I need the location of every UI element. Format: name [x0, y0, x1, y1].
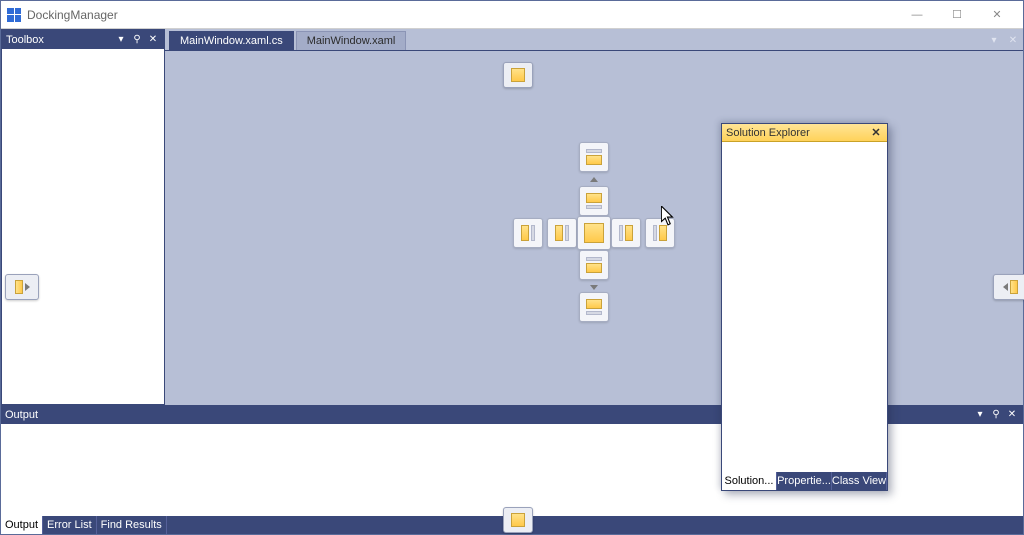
solution-tab-solution[interactable]: Solution...: [722, 472, 777, 490]
tab-label: Propertie...: [777, 475, 831, 487]
toolbox-dropdown-button[interactable]: ▾: [114, 33, 128, 47]
minimize-icon: —: [912, 9, 923, 21]
dock-target-edge-right[interactable]: [993, 274, 1024, 300]
tab-label: Error List: [47, 519, 92, 531]
toolbox-body: [2, 49, 164, 404]
dock-target-edge-bottom[interactable]: [503, 507, 533, 533]
dock-target-edge-left[interactable]: [5, 274, 39, 300]
dock-target-edge-top[interactable]: [503, 62, 533, 88]
solution-tab-classview[interactable]: Class View: [832, 472, 887, 490]
chevron-left-icon: [1003, 283, 1008, 291]
chevron-down-icon: ▾: [977, 409, 982, 420]
close-icon: ✕: [149, 34, 157, 45]
tab-label: Output: [5, 519, 38, 531]
solution-explorer-body: [722, 142, 887, 472]
solution-explorer-title: Solution Explorer: [726, 127, 869, 139]
app-icon: [7, 8, 21, 22]
output-dropdown-button[interactable]: ▾: [973, 408, 987, 422]
toolbox-pin-button[interactable]: ⚲: [130, 33, 144, 47]
dock-glyph-icon: [511, 68, 525, 82]
app-window: DockingManager — ☐ ✕ Toolbox ▾ ⚲ ✕ MainW…: [0, 0, 1024, 535]
dock-target-inner-top[interactable]: [579, 186, 609, 216]
window-title: DockingManager: [27, 8, 118, 22]
output-close-button[interactable]: ✕: [1005, 408, 1019, 422]
close-icon: ✕: [1009, 35, 1017, 46]
solution-explorer-window[interactable]: Solution Explorer ✕ Solution... Properti…: [721, 123, 888, 491]
maximize-button[interactable]: ☐: [937, 5, 977, 25]
tab-mainwindow-cs[interactable]: MainWindow.xaml.cs: [169, 31, 294, 50]
pin-icon: ⚲: [133, 34, 140, 45]
close-icon: ✕: [992, 8, 1001, 21]
dock-target-inner-bottom[interactable]: [579, 250, 609, 280]
tab-label: MainWindow.xaml: [307, 35, 396, 47]
close-icon: ✕: [871, 127, 880, 139]
output-pin-button[interactable]: ⚲: [989, 408, 1003, 422]
dock-glyph-icon: [1010, 280, 1018, 294]
dock-target-outer-bottom[interactable]: [579, 292, 609, 322]
close-button[interactable]: ✕: [977, 5, 1017, 25]
doc-dropdown-button[interactable]: ▾: [987, 34, 1001, 48]
tab-label: Class View: [832, 475, 886, 487]
output-tab-errorlist[interactable]: Error List: [43, 516, 97, 534]
dock-target-inner-left[interactable]: [547, 218, 577, 248]
solution-explorer-close-button[interactable]: ✕: [869, 126, 883, 139]
output-tab-output[interactable]: Output: [1, 516, 43, 534]
tab-label: Find Results: [101, 519, 162, 531]
toolbox-panel: Toolbox ▾ ⚲ ✕: [1, 29, 165, 405]
chevron-down-icon: ▾: [991, 35, 996, 46]
solution-explorer-header[interactable]: Solution Explorer ✕: [722, 124, 887, 142]
chevron-right-icon: [25, 283, 30, 291]
minimize-button[interactable]: —: [897, 5, 937, 25]
dock-target-outer-right[interactable]: [645, 218, 675, 248]
pin-icon: ⚲: [992, 409, 999, 420]
titlebar[interactable]: DockingManager — ☐ ✕: [1, 1, 1023, 29]
doc-close-button[interactable]: ✕: [1006, 34, 1020, 48]
toolbox-title: Toolbox: [6, 34, 112, 46]
dock-target-center[interactable]: [577, 216, 611, 250]
toolbox-close-button[interactable]: ✕: [146, 33, 160, 47]
toolbox-header[interactable]: Toolbox ▾ ⚲ ✕: [2, 30, 164, 49]
tab-label: MainWindow.xaml.cs: [180, 35, 283, 47]
output-tab-findresults[interactable]: Find Results: [97, 516, 167, 534]
close-icon: ✕: [1008, 409, 1016, 420]
maximize-icon: ☐: [952, 8, 962, 21]
solution-explorer-tabstrip: Solution... Propertie... Class View: [722, 472, 887, 490]
tab-label: Solution...: [725, 475, 774, 487]
solution-tab-properties[interactable]: Propertie...: [777, 472, 832, 490]
dock-target-outer-left[interactable]: [513, 218, 543, 248]
dock-target-outer-top[interactable]: [579, 142, 609, 172]
client-area: Toolbox ▾ ⚲ ✕ MainWindow.xaml.cs MainWin…: [1, 29, 1023, 534]
dock-target-inner-right[interactable]: [611, 218, 641, 248]
document-tabstrip: MainWindow.xaml.cs MainWindow.xaml ▾ ✕: [165, 29, 1023, 50]
dock-glyph-icon: [511, 513, 525, 527]
dock-glyph-icon: [15, 280, 23, 294]
tab-mainwindow-xaml[interactable]: MainWindow.xaml: [296, 31, 407, 50]
chevron-down-icon: ▾: [118, 34, 123, 45]
